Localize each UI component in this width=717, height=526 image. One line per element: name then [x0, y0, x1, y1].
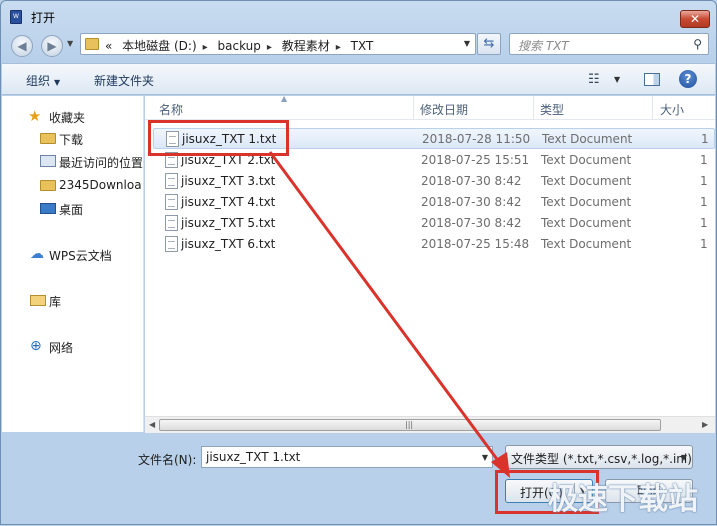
arrow-shaft [268, 151, 504, 467]
annotation-arrow [268, 151, 510, 478]
watermark-logo: 极速下载站 [548, 482, 698, 517]
